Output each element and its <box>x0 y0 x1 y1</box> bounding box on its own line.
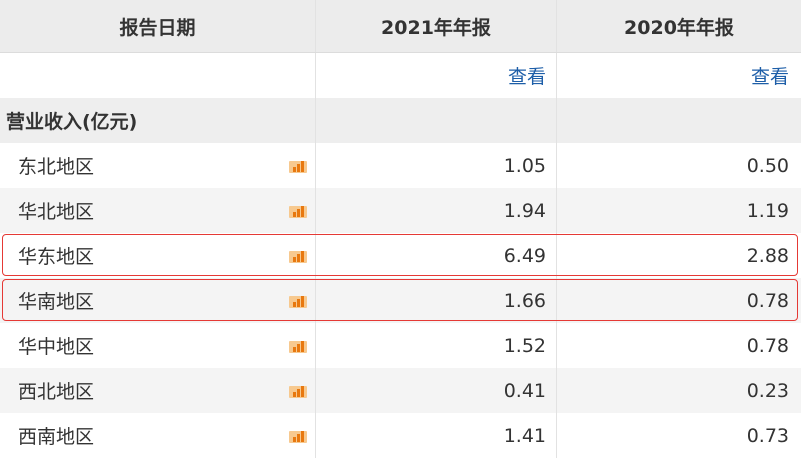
region-label: 华中地区 <box>18 336 95 358</box>
table-row: 华中地区 1.52 0.78 <box>0 323 801 368</box>
value-2020: 0.73 <box>746 424 789 447</box>
table-row: 华南地区 1.66 0.78 <box>0 278 801 323</box>
value-2020: 1.19 <box>746 199 789 222</box>
table-row: 华东地区 6.49 2.88 <box>0 233 801 278</box>
section-header-revenue: 营业收入(亿元) <box>0 98 801 143</box>
value-2021: 1.52 <box>316 323 557 368</box>
value-2020: 0.78 <box>746 289 789 312</box>
bar-chart-icon[interactable] <box>289 203 307 219</box>
bar-chart-icon[interactable] <box>289 338 307 354</box>
value-2021: 1.94 <box>316 188 557 233</box>
header-2020-annual: 2020年年报 <box>624 16 734 39</box>
region-label: 西南地区 <box>18 426 95 448</box>
table-row: 西南地区 1.41 0.73 <box>0 413 801 458</box>
financial-table: 报告日期 2021年年报 2020年年报 查看 查看 营业收入(亿元) 东北地区… <box>0 0 801 463</box>
value-2021: 0.41 <box>316 368 557 413</box>
value-2020: 0.23 <box>746 379 789 402</box>
region-label: 华南地区 <box>18 291 95 313</box>
table-header: 报告日期 2021年年报 2020年年报 <box>0 0 801 53</box>
bar-chart-icon[interactable] <box>289 428 307 444</box>
view-2020-link[interactable]: 查看 <box>751 62 789 89</box>
table-row: 东北地区 1.05 0.50 <box>0 143 801 188</box>
links-empty-cell <box>0 53 316 98</box>
table-row: 华北地区 1.94 1.19 <box>0 188 801 233</box>
value-2021: 6.49 <box>316 233 557 278</box>
view-links-row: 查看 查看 <box>0 53 801 98</box>
header-2021-annual: 2021年年报 <box>316 0 557 52</box>
bar-chart-icon[interactable] <box>289 248 307 264</box>
value-2021: 1.41 <box>316 413 557 458</box>
bar-chart-icon[interactable] <box>289 293 307 309</box>
header-report-date: 报告日期 <box>0 0 316 52</box>
table-row: 西北地区 0.41 0.23 <box>0 368 801 413</box>
bar-chart-icon[interactable] <box>289 158 307 174</box>
section-title: 营业收入(亿元) <box>0 98 316 143</box>
value-2020: 0.50 <box>746 154 789 177</box>
value-2021: 1.05 <box>316 143 557 188</box>
region-label: 西北地区 <box>18 381 95 403</box>
region-label: 华北地区 <box>18 201 95 223</box>
region-label: 东北地区 <box>18 156 95 178</box>
view-2021-link[interactable]: 查看 <box>508 62 546 89</box>
value-2020: 0.78 <box>746 334 789 357</box>
value-2020: 2.88 <box>746 244 789 267</box>
region-label: 华东地区 <box>18 246 95 268</box>
bar-chart-icon[interactable] <box>289 383 307 399</box>
value-2021: 1.66 <box>316 278 557 323</box>
